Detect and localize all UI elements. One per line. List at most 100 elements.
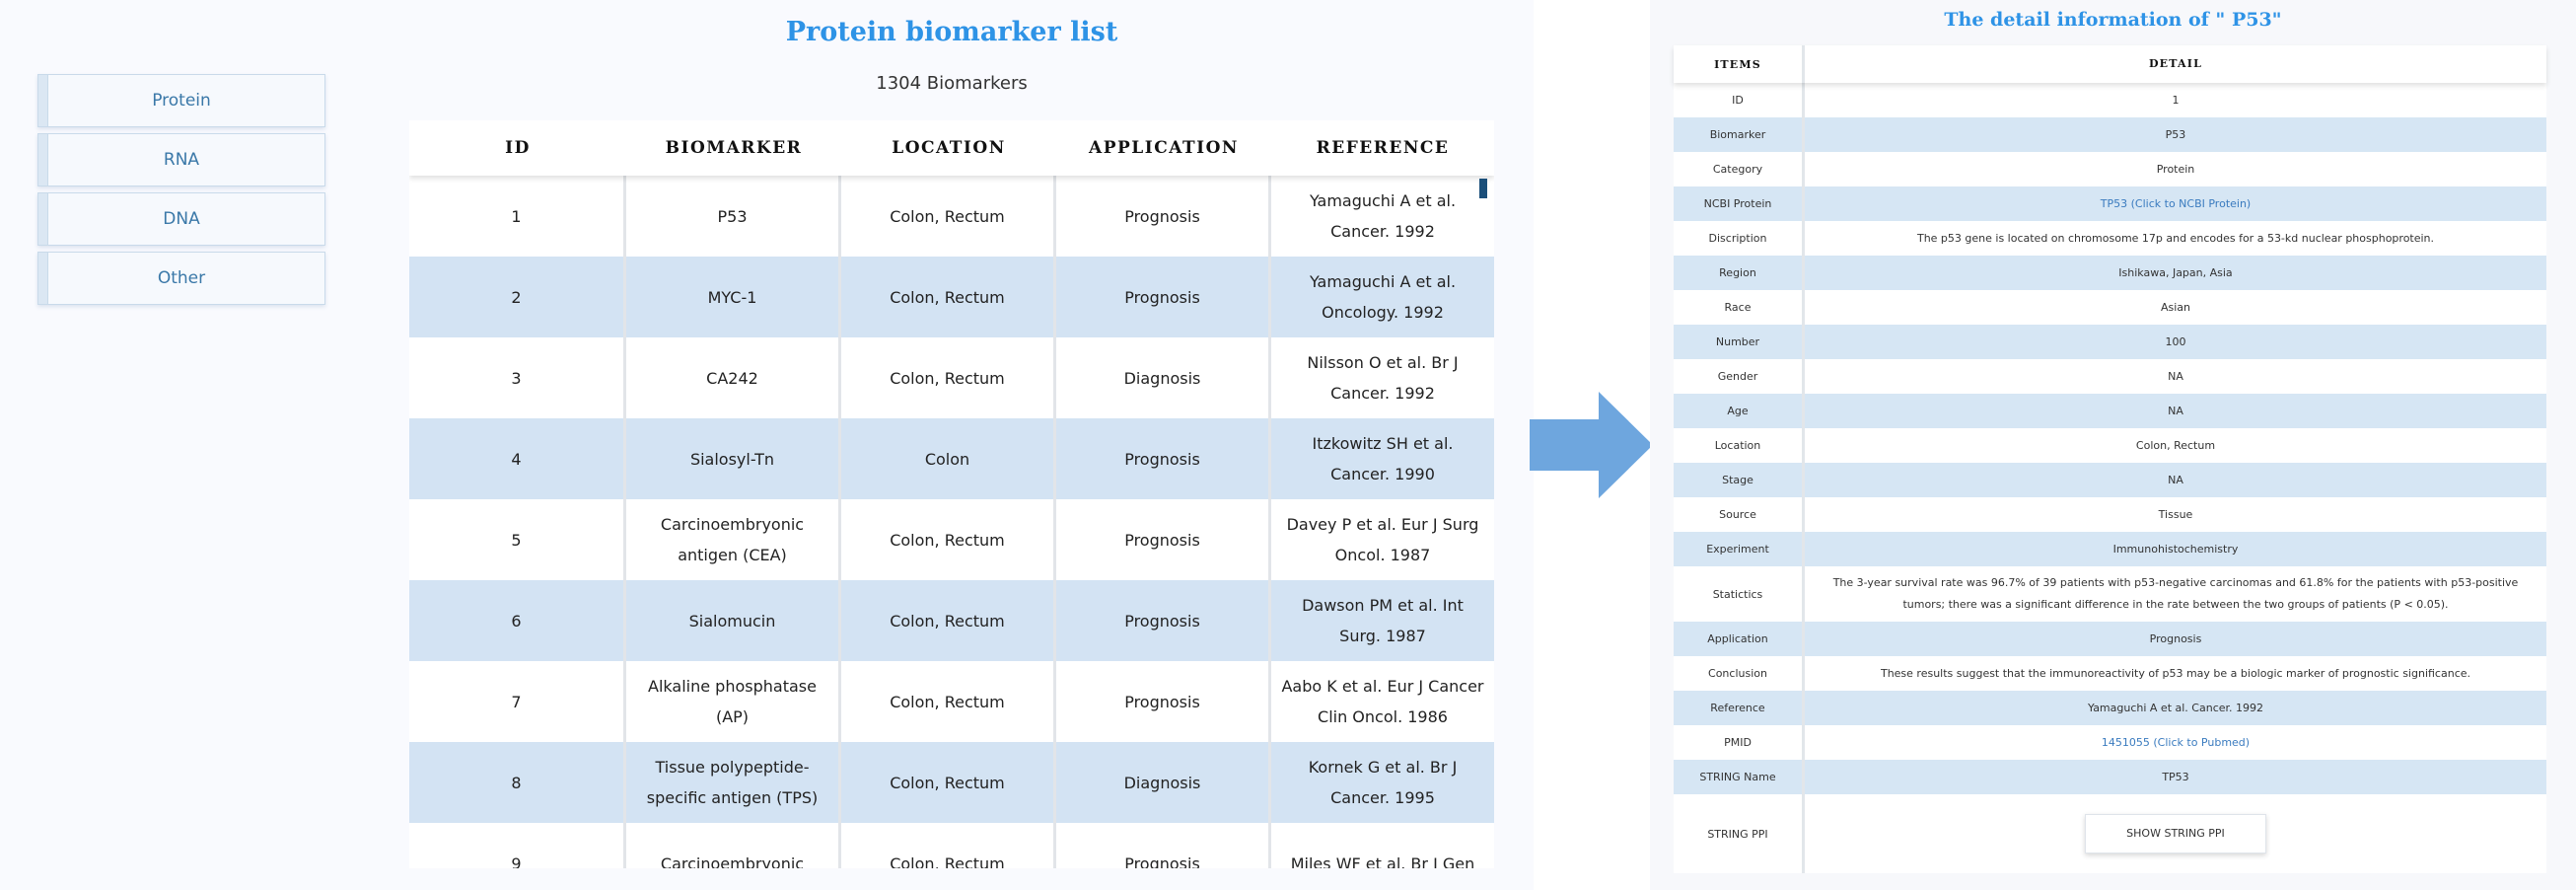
- detail-value: Protein: [2156, 162, 2195, 176]
- cell-id: 8: [409, 742, 626, 823]
- column-header-application[interactable]: APPLICATION: [1056, 120, 1271, 176]
- detail-value: Ishikawa, Japan, Asia: [2118, 265, 2233, 279]
- cell-application: Prognosis: [1056, 257, 1271, 337]
- cell-application: Prognosis: [1056, 661, 1271, 742]
- biomarker-detail-panel: The detail information of " P53" ITEMS D…: [1650, 0, 2576, 890]
- detail-key: NCBI Protein: [1674, 186, 1805, 221]
- detail-value: The p53 gene is located on chromosome 17…: [1916, 231, 2435, 245]
- detail-key: Biomarker: [1674, 117, 1805, 152]
- detail-value: NA: [2168, 369, 2183, 383]
- detail-row-id: ID 1: [1674, 83, 2546, 117]
- cell-reference: Nilsson O et al. Br J Cancer. 1992: [1307, 353, 1459, 403]
- biomarker-count: 1304 Biomarkers: [876, 73, 1028, 94]
- cell-biomarker[interactable]: CA242: [626, 337, 841, 418]
- table-scrollbar[interactable]: [1479, 179, 1487, 198]
- page-title: Protein biomarker list: [785, 17, 1118, 47]
- detail-row-conclusion: Conclusion These results suggest that th…: [1674, 656, 2546, 691]
- table-row[interactable]: 6 Sialomucin Colon, Rectum Prognosis Daw…: [409, 580, 1494, 661]
- detail-key: STRING PPI: [1674, 794, 1805, 873]
- detail-value: Prognosis: [2149, 631, 2202, 645]
- cell-id: 3: [409, 337, 626, 418]
- detail-row-age: Age NA: [1674, 394, 2546, 428]
- table-row[interactable]: 3 CA242 Colon, Rectum Diagnosis Nilsson …: [409, 337, 1494, 418]
- sidebar-item-dna[interactable]: DNA: [37, 192, 325, 246]
- detail-key: Number: [1674, 325, 1805, 359]
- detail-row-gender: Gender NA: [1674, 359, 2546, 394]
- detail-row-experiment: Experiment Immunohistochemistry: [1674, 532, 2546, 566]
- cell-location: Colon, Rectum: [841, 580, 1056, 661]
- sidebar-item-label: RNA: [163, 150, 200, 170]
- cell-location: Colon, Rectum: [841, 337, 1056, 418]
- detail-row-location: Location Colon, Rectum: [1674, 428, 2546, 463]
- cell-biomarker[interactable]: P53: [626, 176, 841, 257]
- column-header-items: ITEMS: [1674, 45, 1805, 83]
- table-row[interactable]: 5 Carcinoembryonic antigen (CEA) Colon, …: [409, 499, 1494, 580]
- detail-row-description: Discription The p53 gene is located on c…: [1674, 221, 2546, 256]
- detail-row-race: Race Asian: [1674, 290, 2546, 325]
- detail-key: Stage: [1674, 463, 1805, 497]
- detail-value: P53: [2165, 127, 2186, 141]
- detail-key: Experiment: [1674, 532, 1805, 566]
- detail-row-category: Category Protein: [1674, 152, 2546, 186]
- detail-key: Source: [1674, 497, 1805, 532]
- cell-location: Colon, Rectum: [841, 257, 1056, 337]
- detail-key: Gender: [1674, 359, 1805, 394]
- detail-row-region: Region Ishikawa, Japan, Asia: [1674, 256, 2546, 290]
- table-row[interactable]: 8 Tissue polypeptide-specific antigen (T…: [409, 742, 1494, 823]
- detail-value: Tissue: [2158, 507, 2193, 521]
- cell-biomarker[interactable]: Tissue polypeptide-specific antigen (TPS…: [626, 742, 841, 823]
- sidebar-item-other[interactable]: Other: [37, 252, 325, 305]
- column-header-id[interactable]: ID: [409, 120, 626, 176]
- detail-value: 1: [2172, 93, 2180, 107]
- detail-value: 100: [2165, 334, 2186, 348]
- biomarker-table[interactable]: ID BIOMARKER LOCATION APPLICATION REFERE…: [409, 120, 1494, 868]
- cell-location: Colon, Rectum: [841, 499, 1056, 580]
- cell-biomarker[interactable]: Carcinoembryonic: [626, 823, 841, 868]
- table-row[interactable]: 7 Alkaline phosphatase (AP) Colon, Rectu…: [409, 661, 1494, 742]
- sidebar-item-rna[interactable]: RNA: [37, 133, 325, 186]
- column-header-reference[interactable]: REFERENCE: [1271, 120, 1494, 176]
- cell-id: 7: [409, 661, 626, 742]
- cell-reference: Davey P et al. Eur J Surg Oncol. 1987: [1286, 515, 1479, 564]
- cell-id: 9: [409, 823, 626, 868]
- cell-reference: Itzkowitz SH et al. Cancer. 1990: [1312, 434, 1454, 483]
- detail-value: Yamaguchi A et al. Cancer. 1992: [2087, 701, 2264, 714]
- detail-row-application: Application Prognosis: [1674, 622, 2546, 656]
- right-arrow-icon: [1530, 392, 1653, 498]
- cell-application: Diagnosis: [1056, 337, 1271, 418]
- column-header-biomarker[interactable]: BIOMARKER: [626, 120, 841, 176]
- category-sidebar: Protein RNA DNA Other: [37, 74, 325, 311]
- cell-application: Prognosis: [1056, 418, 1271, 499]
- cell-biomarker[interactable]: Sialomucin: [626, 580, 841, 661]
- pubmed-link[interactable]: 1451055 (Click to Pubmed): [1805, 725, 2546, 760]
- detail-value: Asian: [2160, 300, 2191, 314]
- detail-key: Discription: [1674, 221, 1805, 256]
- detail-value: NA: [2168, 404, 2183, 417]
- detail-value: Colon, Rectum: [2135, 438, 2216, 452]
- cell-biomarker[interactable]: Carcinoembryonic antigen (CEA): [626, 499, 841, 580]
- sidebar-item-protein[interactable]: Protein: [37, 74, 325, 127]
- ncbi-protein-link[interactable]: TP53 (Click to NCBI Protein): [1805, 186, 2546, 221]
- table-row[interactable]: 2 MYC-1 Colon, Rectum Prognosis Yamaguch…: [409, 257, 1494, 337]
- table-row[interactable]: 9 Carcinoembryonic Colon, Rectum Prognos…: [409, 823, 1494, 868]
- detail-row-reference: Reference Yamaguchi A et al. Cancer. 199…: [1674, 691, 2546, 725]
- cell-application: Prognosis: [1056, 499, 1271, 580]
- detail-key: Location: [1674, 428, 1805, 463]
- column-header-detail: DETAIL: [2148, 57, 2203, 70]
- table-row[interactable]: 4 Sialosyl-Tn Colon Prognosis Itzkowitz …: [409, 418, 1494, 499]
- cell-id: 1: [409, 176, 626, 257]
- table-row[interactable]: 1 P53 Colon, Rectum Prognosis Yamaguchi …: [409, 176, 1494, 257]
- detail-value: NA: [2168, 473, 2183, 486]
- cell-biomarker[interactable]: Alkaline phosphatase (AP): [626, 661, 841, 742]
- detail-value: Immunohistochemistry: [2112, 542, 2239, 556]
- show-string-ppi-button[interactable]: SHOW STRING PPI: [2085, 814, 2266, 853]
- cell-location: Colon, Rectum: [841, 661, 1056, 742]
- column-header-location[interactable]: LOCATION: [841, 120, 1056, 176]
- biomarker-list-panel: Protein RNA DNA Other Protein biomarker …: [0, 0, 1534, 890]
- detail-key: Statictics: [1674, 566, 1805, 622]
- detail-table: ITEMS DETAIL ID 1 Biomarker P53 Category…: [1674, 45, 2546, 873]
- cell-biomarker[interactable]: MYC-1: [626, 257, 841, 337]
- detail-key: Conclusion: [1674, 656, 1805, 691]
- cell-biomarker[interactable]: Sialosyl-Tn: [626, 418, 841, 499]
- cell-location: Colon: [841, 418, 1056, 499]
